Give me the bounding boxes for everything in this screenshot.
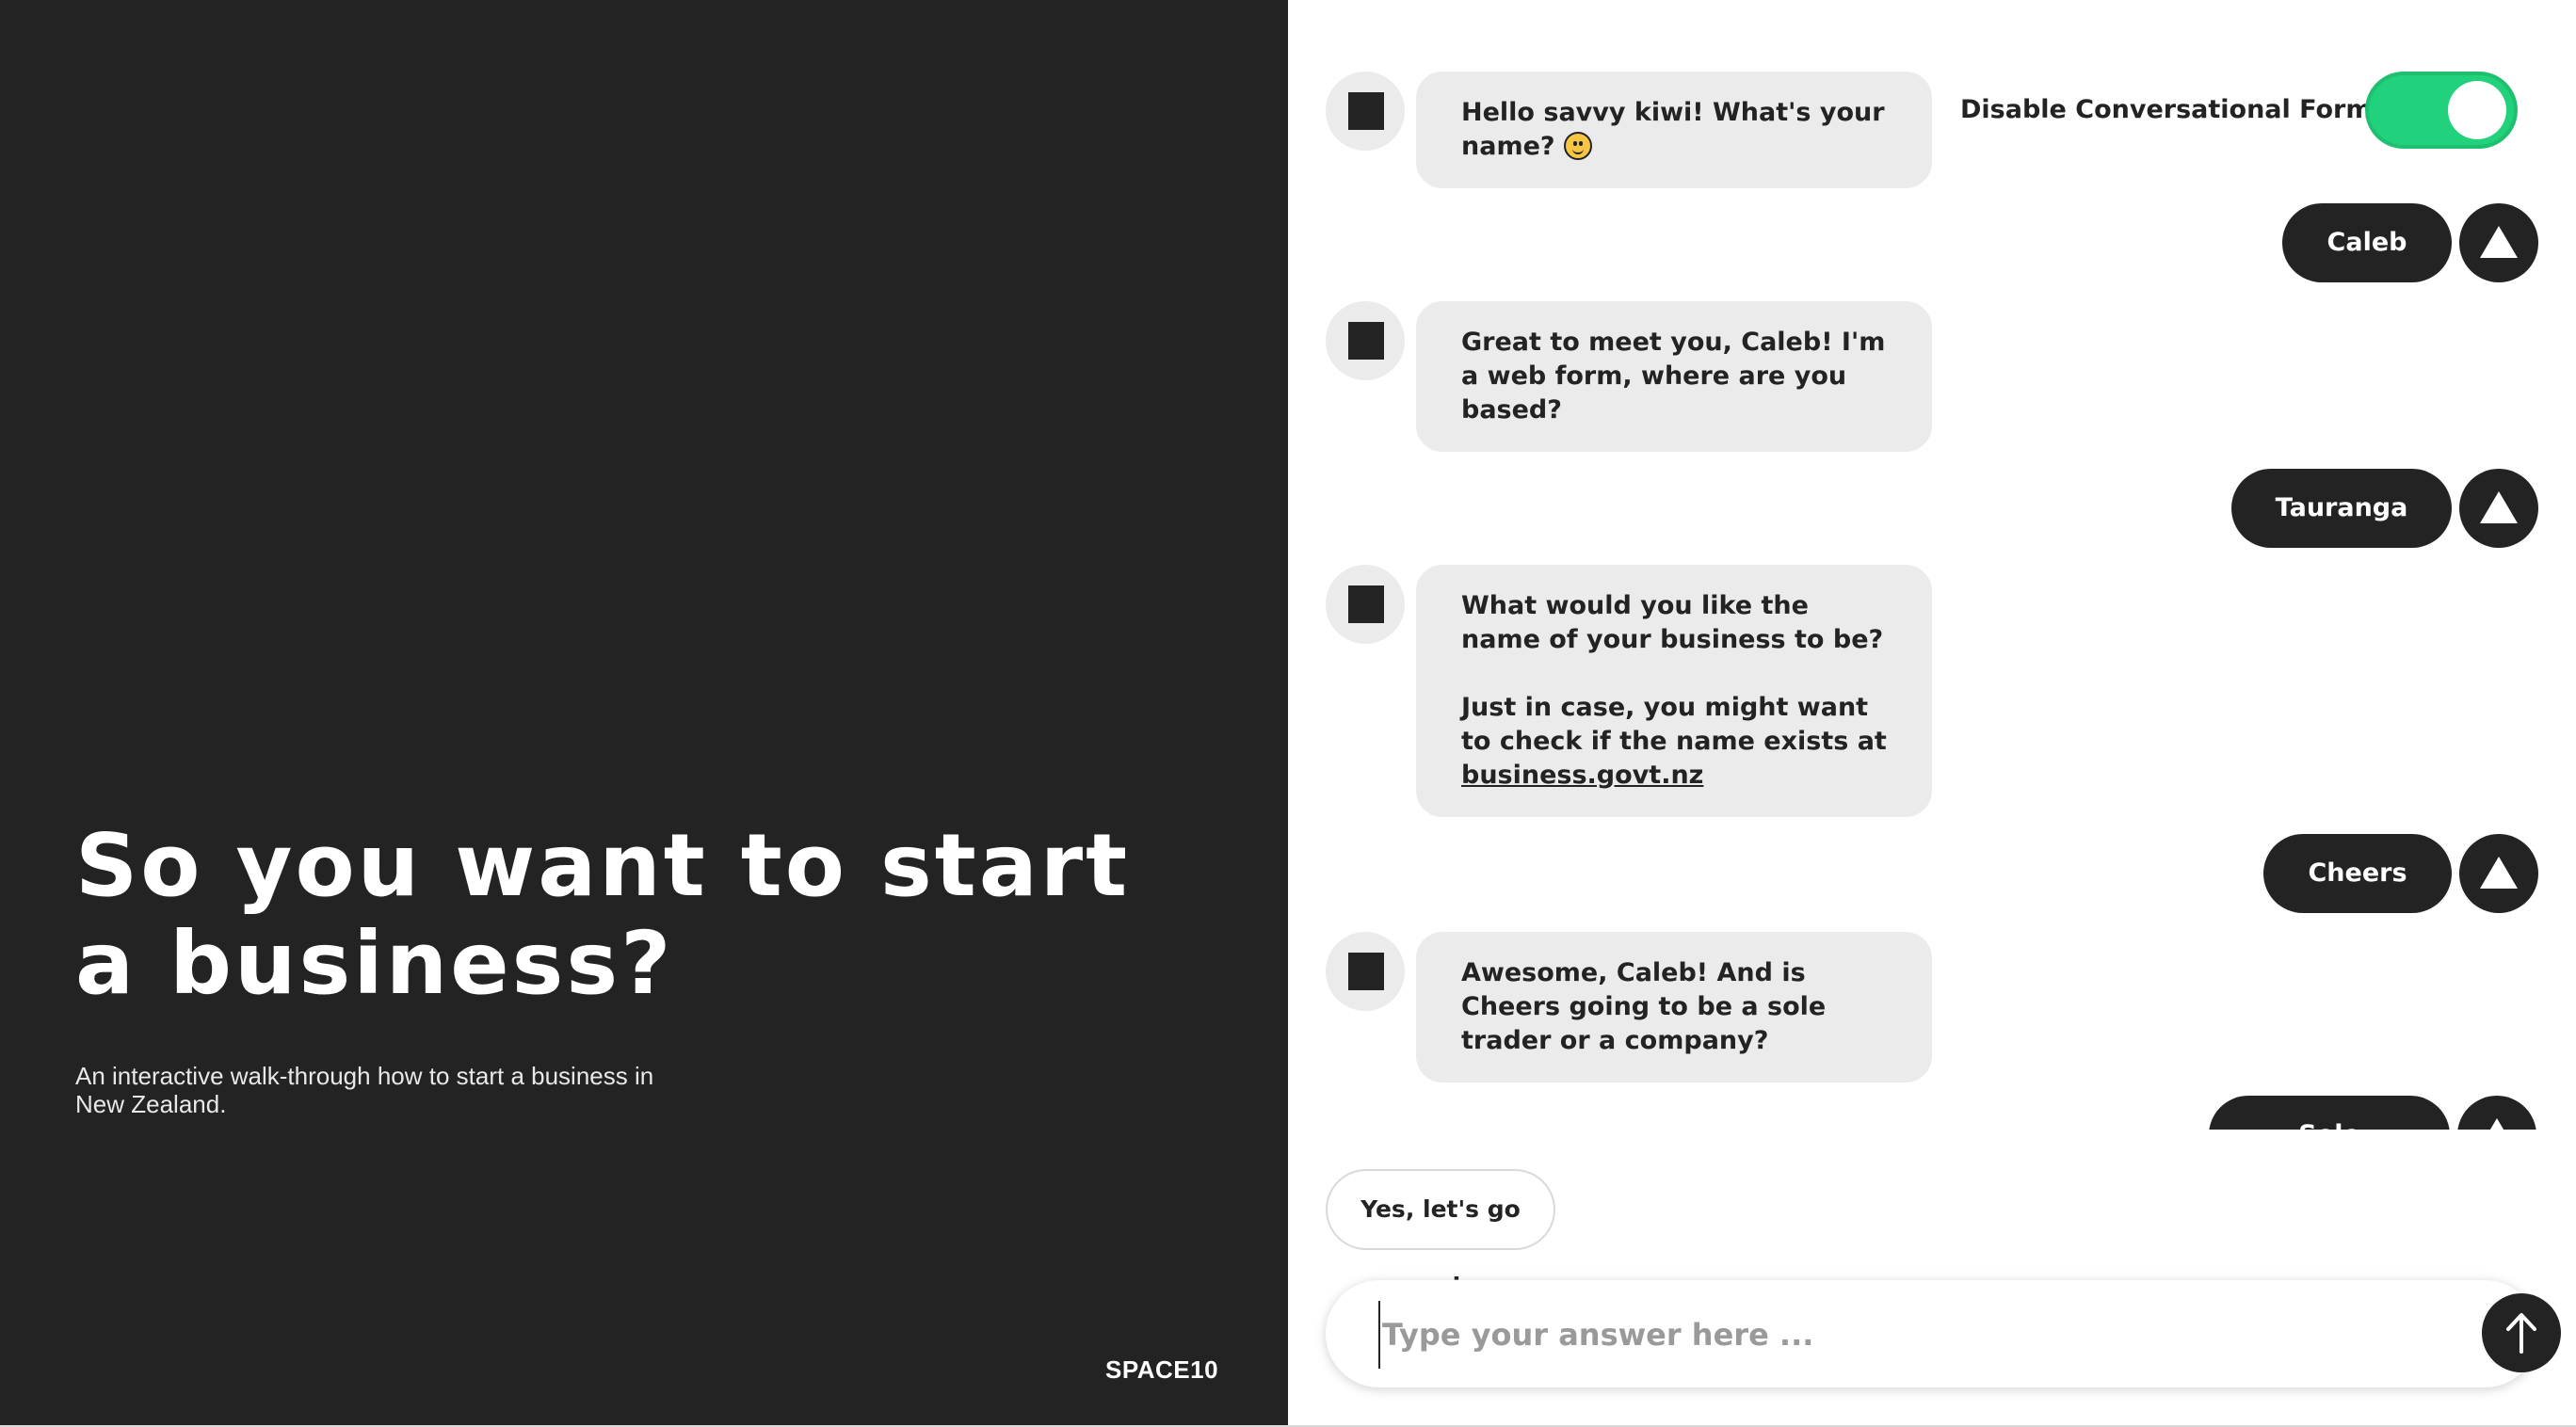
bot-message-bubble: Hello savvy kiwi! What's your name? (1416, 72, 1932, 188)
user-message-bubble[interactable]: Caleb (2282, 203, 2452, 282)
toggle-label: Disable Conversational Form (1960, 95, 2373, 124)
answer-input[interactable] (1378, 1301, 2420, 1369)
user-message: Cheers (2263, 834, 2538, 913)
bot-message-bubble: What would you like the name of your bus… (1416, 565, 1932, 817)
user-message-bubble[interactable]: Tauranga (2231, 469, 2452, 548)
user-message-bubble[interactable]: Cheers (2263, 834, 2452, 913)
user-message: Sole trader (2209, 1096, 2538, 1130)
intro-panel: So you want to start a business? An inte… (0, 0, 1288, 1425)
chat-thread[interactable]: Hello savvy kiwi! What's your name? Disa… (1288, 0, 2576, 1130)
bot-avatar (1326, 565, 1405, 644)
bot-avatar (1326, 301, 1405, 380)
answer-input-bar (1326, 1280, 2561, 1387)
user-avatar-icon (2459, 203, 2538, 282)
chat-panel: Hello savvy kiwi! What's your name? Disa… (1288, 0, 2576, 1425)
message-text: Just in case, you might want to check if… (1461, 693, 1887, 756)
page-title: So you want to start a business? (75, 815, 1131, 1014)
user-avatar-icon (2459, 469, 2538, 548)
send-button[interactable] (2482, 1293, 2561, 1372)
bot-message-bubble: Awesome, Caleb! And is Cheers going to b… (1416, 932, 1932, 1082)
square-icon (1348, 322, 1384, 360)
square-icon (1348, 92, 1384, 130)
message-text: Hello savvy kiwi! What's your name? (1461, 98, 1885, 161)
message-text: Awesome, Caleb! And is Cheers going to b… (1461, 958, 1827, 1055)
user-avatar-icon (2457, 1096, 2536, 1130)
business-govt-link[interactable]: business.govt.nz (1461, 761, 1703, 790)
user-message: Tauranga (2231, 469, 2538, 548)
brand-logo[interactable]: SPACE10 (1105, 1355, 1218, 1385)
toggle-knob (2448, 81, 2506, 139)
square-icon (1348, 953, 1384, 990)
bot-avatar (1326, 932, 1405, 1011)
user-message-bubble[interactable]: Sole trader (2209, 1096, 2450, 1130)
disable-conversational-form-toggle[interactable] (2365, 72, 2518, 149)
user-avatar-icon (2459, 834, 2538, 913)
message-text: What would you like the name of your bus… (1461, 591, 1884, 654)
bot-avatar (1326, 72, 1405, 151)
page-subtitle: An interactive walk-through how to start… (75, 1062, 654, 1118)
bot-message-bubble: Great to meet you, Caleb! I'm a web form… (1416, 301, 1932, 452)
smiling-face-icon (1563, 132, 1592, 160)
arrow-up-icon (2506, 1313, 2536, 1354)
go-again-button[interactable]: Yes, let's go again (1326, 1169, 1555, 1300)
message-text: Great to meet you, Caleb! I'm a web form… (1461, 328, 1886, 425)
square-icon (1348, 585, 1384, 623)
user-message: Caleb (2282, 203, 2538, 282)
